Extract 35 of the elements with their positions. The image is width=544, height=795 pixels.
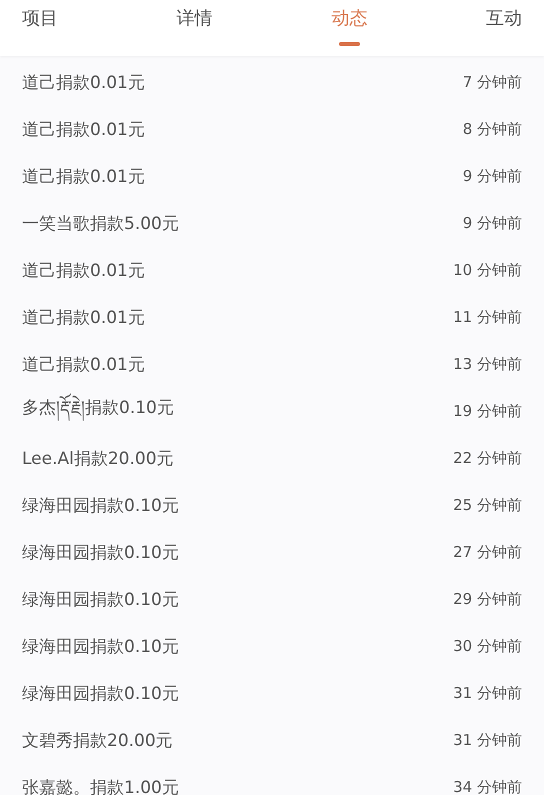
time-ago: 10 分钟前: [453, 261, 522, 280]
time-ago: 31 分钟前: [453, 731, 522, 750]
time-ago: 29 分钟前: [453, 590, 522, 609]
donation-text: 道己捐款0.01元: [22, 354, 145, 376]
time-ago: 19 分钟前: [453, 402, 522, 421]
donation-text: 道己捐款0.01元: [22, 166, 145, 188]
donation-text: 一笑当歌捐款5.00元: [22, 213, 179, 235]
time-ago: 25 分钟前: [453, 496, 522, 515]
donation-text: 绿海田园捐款0.10元: [22, 683, 179, 705]
time-ago: 9 分钟前: [462, 167, 522, 186]
donation-text: 绿海田园捐款0.10元: [22, 636, 179, 658]
tab[interactable]: 互动: [486, 0, 522, 32]
time-ago: 9 分钟前: [462, 214, 522, 233]
tab[interactable]: 项目: [22, 0, 58, 32]
donation-text: 绿海田园捐款0.10元: [22, 589, 179, 611]
donation-text: 道己捐款0.01元: [22, 72, 145, 94]
tab-indicator: [338, 42, 360, 46]
time-ago: 22 分钟前: [453, 449, 522, 468]
time-ago: 34 分钟前: [453, 778, 522, 795]
time-ago: 27 分钟前: [453, 543, 522, 562]
donation-text: 多杰།རྡོ་རྗེ།捐款0.10元: [22, 388, 174, 436]
donation-text: 绿海田园捐款0.10元: [22, 495, 179, 517]
time-ago: 8 分钟前: [462, 120, 522, 139]
time-ago: 7 分钟前: [462, 73, 522, 92]
time-ago: 30 分钟前: [453, 637, 522, 656]
tab[interactable]: 详情: [176, 0, 213, 32]
donation-text: 道己捐款0.01元: [22, 307, 145, 329]
donation-text: 道己捐款0.01元: [22, 119, 145, 141]
time-ago: 13 分钟前: [453, 355, 522, 374]
donation-text: 文碧秀捐款20.00元: [22, 730, 173, 752]
donation-text: Lee.Al捐款20.00元: [22, 448, 174, 470]
donation-text: 绿海田园捐款0.10元: [22, 542, 179, 564]
donation-text: 道己捐款0.01元: [22, 260, 145, 282]
time-ago: 11 分钟前: [453, 308, 522, 327]
time-ago: 31 分钟前: [453, 684, 522, 703]
